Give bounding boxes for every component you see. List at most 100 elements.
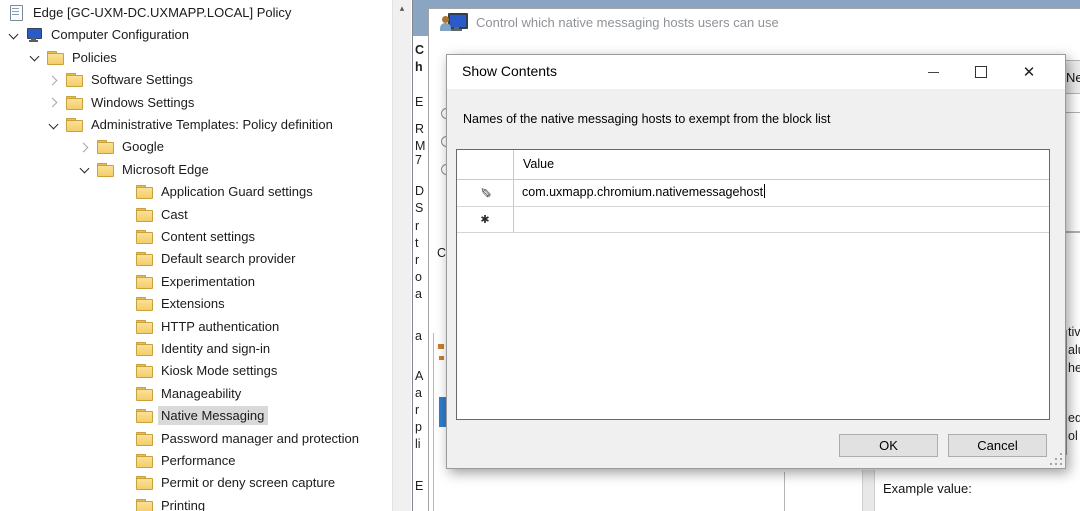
- cancel-button[interactable]: Cancel: [948, 434, 1047, 457]
- text-fragment: C: [415, 43, 424, 57]
- close-icon[interactable]: ✕: [1005, 55, 1053, 89]
- tree-item-label: Administrative Templates: Policy definit…: [88, 115, 337, 134]
- tree-item-label: Cast: [158, 205, 192, 224]
- policy-dialog-titlebar[interactable]: Control which native messaging hosts use…: [429, 9, 1080, 37]
- text-fragment: alu: [1068, 343, 1080, 357]
- folder-icon: [136, 498, 153, 511]
- chevron-right-icon[interactable]: [46, 72, 62, 88]
- folder-icon: [136, 363, 153, 378]
- options-box-border-fragment: [784, 472, 785, 511]
- folder-icon: [66, 117, 83, 132]
- options-help-splitter[interactable]: [862, 470, 875, 511]
- chevron-down-icon[interactable]: [27, 49, 43, 65]
- text-fragment: a: [415, 329, 422, 343]
- tree-item-content-settings[interactable]: Content settings: [136, 226, 259, 247]
- text-fragment: r: [415, 253, 419, 267]
- tree-item-label: HTTP authentication: [158, 317, 283, 336]
- comment-box-fragment: [1066, 112, 1080, 233]
- tree-item-label: Experimentation: [158, 272, 259, 291]
- chevron-down-icon[interactable]: [77, 161, 93, 177]
- chevron-right-icon[interactable]: [46, 94, 62, 110]
- chevron-down-icon[interactable]: [46, 117, 62, 133]
- show-contents-titlebar[interactable]: Show Contents ✕: [447, 55, 1065, 89]
- icon-fragment: [439, 356, 444, 360]
- tree-item-native-messaging[interactable]: Native Messaging: [136, 405, 268, 426]
- folder-icon: [136, 251, 153, 266]
- up-arrow-icon[interactable]: ▴: [393, 0, 411, 17]
- resize-grip[interactable]: [1050, 453, 1062, 465]
- chevron-right-icon[interactable]: [77, 139, 93, 155]
- tree-item-default-search-provider[interactable]: Default search provider: [136, 248, 299, 269]
- chevron-down-icon[interactable]: [6, 27, 22, 43]
- text-fragment: t: [415, 236, 418, 250]
- text-fragment: r: [415, 219, 419, 233]
- tree-item-extensions[interactable]: Extensions: [136, 293, 229, 314]
- help-pane-border-fragment: [1066, 330, 1067, 455]
- tree-item-http-authentication[interactable]: HTTP authentication: [136, 316, 283, 337]
- tree-item-password-manager-and-protection[interactable]: Password manager and protection: [136, 428, 363, 449]
- text-fragment: r: [415, 403, 419, 417]
- minimize-icon[interactable]: [909, 55, 957, 89]
- text-fragment: S: [415, 201, 423, 215]
- folder-icon: [136, 408, 153, 423]
- tree-item-printing[interactable]: Printing: [136, 495, 209, 511]
- policy-dialog-title: Control which native messaging hosts use…: [476, 15, 779, 30]
- text-caret: [764, 184, 765, 198]
- text-fragment: o: [415, 270, 422, 284]
- folder-icon: [136, 341, 153, 356]
- text-fragment: ol: [1068, 429, 1078, 443]
- tree-vertical-scrollbar[interactable]: ▴: [392, 0, 411, 511]
- text-fragment: li: [415, 437, 421, 451]
- tree-item-label: Edge [GC-UXM-DC.UXMAPP.LOCAL] Policy: [30, 3, 295, 22]
- tree-item-permit-or-deny-screen-capture[interactable]: Permit or deny screen capture: [136, 472, 339, 493]
- tree-item-computer-configuration[interactable]: Computer Configuration: [6, 24, 193, 45]
- tree-item-label: Software Settings: [88, 70, 197, 89]
- tree-item-label: Computer Configuration: [48, 25, 193, 44]
- tree-item-policies[interactable]: Policies: [27, 47, 121, 68]
- folder-icon: [136, 319, 153, 334]
- tree-item-label: Extensions: [158, 294, 229, 313]
- tree-item-kiosk-mode-settings[interactable]: Kiosk Mode settings: [136, 360, 281, 381]
- tree-item-google[interactable]: Google: [77, 136, 168, 157]
- text-fragment: 7: [415, 153, 422, 167]
- text-fragment: a: [415, 287, 422, 301]
- value-column-header[interactable]: Value: [523, 157, 554, 171]
- tree-item-label: Windows Settings: [88, 93, 198, 112]
- tree-item-label: Application Guard settings: [158, 182, 317, 201]
- asterisk-icon: ✱: [457, 206, 513, 232]
- text-fragment: p: [415, 420, 422, 434]
- ok-button[interactable]: OK: [839, 434, 938, 457]
- folder-icon: [136, 229, 153, 244]
- folder-icon: [136, 184, 153, 199]
- tree-item-experimentation[interactable]: Experimentation: [136, 271, 259, 292]
- tree-item-software-settings[interactable]: Software Settings: [46, 69, 197, 90]
- text-fragment: A: [415, 369, 423, 383]
- tree-item-performance[interactable]: Performance: [136, 450, 239, 471]
- tree-item-edge-gc-uxm-dc-uxmapp-local-policy[interactable]: Edge [GC-UXM-DC.UXMAPP.LOCAL] Policy: [8, 2, 295, 23]
- grid-row-1[interactable]: ✎ com.uxmapp.chromium.nativemessagehost: [457, 179, 1049, 207]
- folder-icon: [47, 50, 64, 65]
- tree-item-label: Password manager and protection: [158, 429, 363, 448]
- folder-icon: [136, 296, 153, 311]
- tree-item-application-guard-settings[interactable]: Application Guard settings: [136, 181, 317, 202]
- tree-item-administrative-templates-policy-definition[interactable]: Administrative Templates: Policy definit…: [46, 114, 337, 135]
- value-cell-input[interactable]: com.uxmapp.chromium.nativemessagehost: [522, 184, 765, 199]
- tree-item-identity-and-sign-in[interactable]: Identity and sign-in: [136, 338, 274, 359]
- tree-item-cast[interactable]: Cast: [136, 204, 192, 225]
- grid-row-new[interactable]: ✱: [457, 206, 1049, 233]
- next-setting-button-fragment[interactable]: Ne: [1066, 60, 1080, 94]
- policy-monitor-user-icon: [440, 12, 466, 34]
- options-groupbox-border: [433, 333, 434, 511]
- tree-item-windows-settings[interactable]: Windows Settings: [46, 92, 198, 113]
- tree-item-manageability[interactable]: Manageability: [136, 383, 245, 404]
- policy-tree-pane: Edge [GC-UXM-DC.UXMAPP.LOCAL] Policy Comp…: [0, 0, 413, 511]
- tree-item-microsoft-edge[interactable]: Microsoft Edge: [77, 159, 213, 180]
- folder-icon: [136, 431, 153, 446]
- tree-item-label: Microsoft Edge: [119, 160, 213, 179]
- text-fragment: C: [437, 246, 446, 260]
- maximize-icon[interactable]: [957, 55, 1005, 89]
- pencil-icon: ✎: [457, 179, 513, 206]
- gpo-scroll-icon: [8, 5, 25, 20]
- tree-item-label: Manageability: [158, 384, 245, 403]
- values-grid[interactable]: Value ✎ com.uxmapp.chromium.nativemessag…: [456, 149, 1050, 420]
